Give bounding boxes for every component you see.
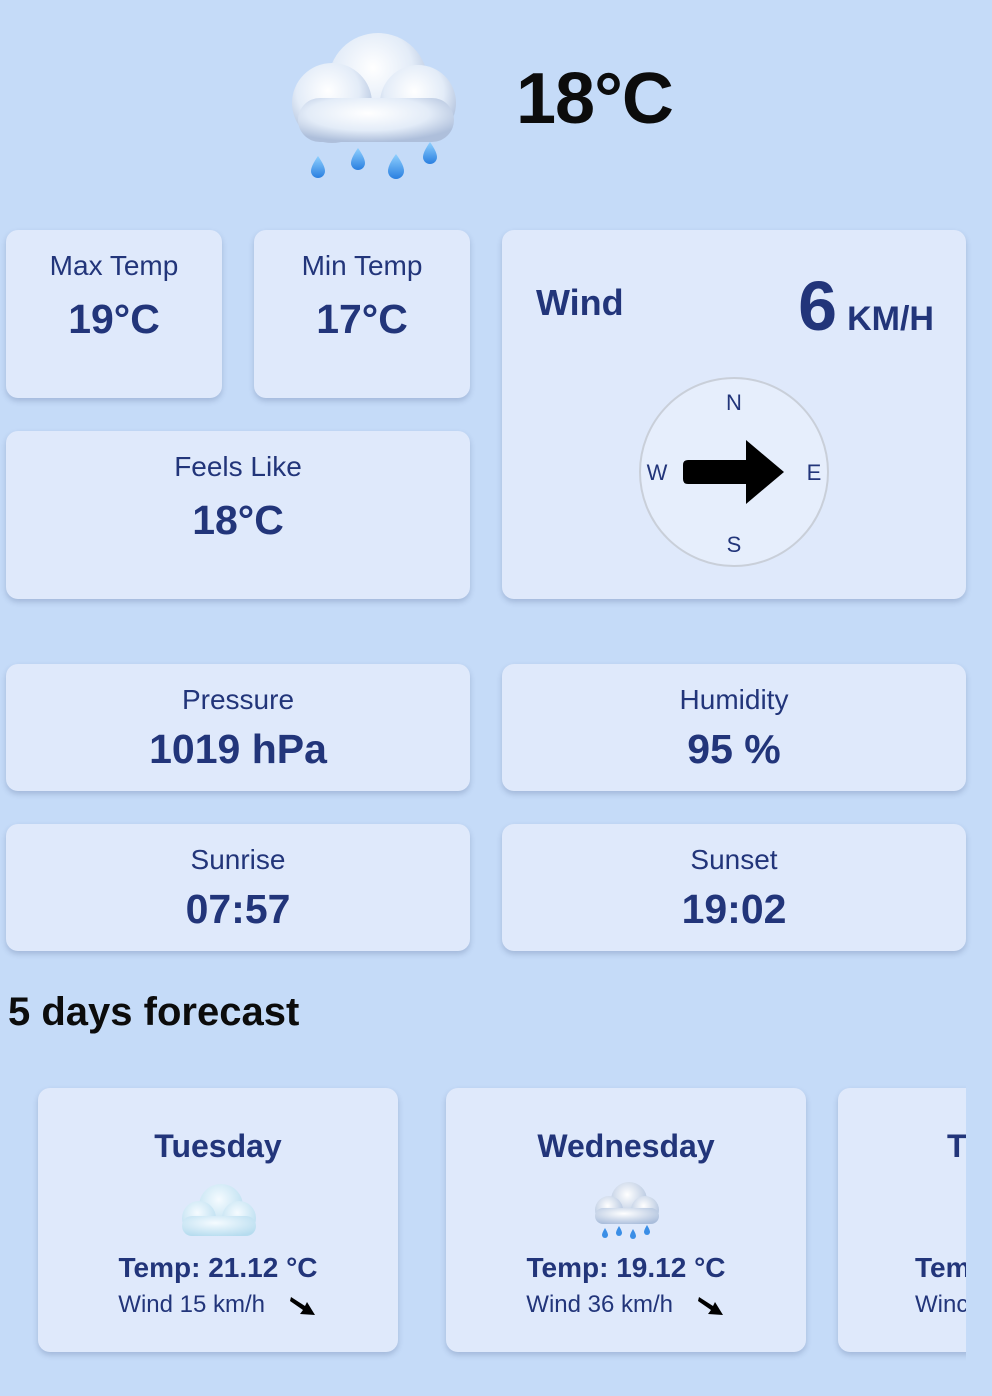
sunrise-label: Sunrise: [190, 844, 286, 875]
arrow-down-right-icon: [697, 1296, 723, 1315]
forecast-temp: Temp: 19.12 °C: [526, 1252, 726, 1283]
forecast-wind-text: Winc: [915, 1291, 966, 1318]
forecast-day: Wednesday: [537, 1128, 715, 1164]
forecast-card-wednesday[interactable]: Wednesday Temp: 19.12 °C Wind 36 km/h: [446, 1088, 806, 1352]
min-temp-label: Min Temp: [301, 250, 423, 281]
current-temperature: 18°C: [516, 59, 674, 139]
humidity-value: 95 %: [687, 726, 781, 772]
max-temp-label: Max Temp: [49, 250, 179, 281]
pressure-card: Pressure 1019 hPa: [6, 664, 470, 791]
wind-speed-value: 6: [798, 267, 838, 345]
min-temp-card: Min Temp 17°C: [254, 230, 470, 398]
humidity-label: Humidity: [679, 684, 789, 715]
forecast-card-thursday[interactable]: T Tem Winc: [838, 1088, 966, 1352]
feels-like-card: Feels Like 18°C: [6, 431, 470, 599]
max-temp-card: Max Temp 19°C: [6, 230, 222, 398]
forecast-temp: Temp: 21.12 °C: [118, 1252, 318, 1283]
forecast-card-tuesday[interactable]: Tuesday Temp: 21.12 °C Wind 15 km/h: [38, 1088, 398, 1352]
sunrise-value: 07:57: [185, 886, 291, 932]
min-temp-value: 17°C: [316, 296, 408, 342]
compass-south-label: S: [727, 532, 742, 557]
compass-north-label: N: [726, 390, 742, 415]
wind-compass: N E S W: [639, 377, 829, 567]
forecast-day: Tuesday: [154, 1128, 282, 1164]
wind-card: Wind 6 KM/H N E S W: [502, 230, 966, 599]
forecast-wind: Winc: [838, 1290, 966, 1320]
compass-east-label: E: [807, 460, 822, 485]
forecast-heading: 5 days forecast: [8, 990, 300, 1034]
forecast-wind: Wind 36 km/h: [446, 1290, 806, 1320]
sunset-card: Sunset 19:02: [502, 824, 966, 951]
pressure-value: 1019 hPa: [149, 726, 327, 772]
feels-like-value: 18°C: [192, 497, 284, 543]
wind-label: Wind: [536, 282, 624, 323]
forecast-wind-text: Wind 36 km/h: [526, 1291, 674, 1318]
forecast-wind: Wind 15 km/h: [38, 1290, 398, 1320]
compass-west-label: W: [647, 460, 668, 485]
arrow-down-right-icon: [289, 1296, 315, 1315]
sunrise-card: Sunrise 07:57: [6, 824, 470, 951]
forecast-wind-text: Wind 15 km/h: [118, 1291, 266, 1318]
wind-speed: 6 KM/H: [798, 266, 934, 346]
forecast-carousel[interactable]: Tuesday Temp: 21.12 °C Wind 15 km/h Wedn…: [0, 1080, 966, 1370]
forecast-temp: Tem: [915, 1252, 966, 1283]
humidity-card: Humidity 95 %: [502, 664, 966, 791]
cloud-icon: [182, 1184, 256, 1236]
feels-like-label: Feels Like: [174, 451, 302, 482]
max-temp-value: 19°C: [68, 296, 160, 342]
sunset-value: 19:02: [681, 886, 787, 932]
sunset-label: Sunset: [690, 844, 778, 875]
wind-speed-unit: KM/H: [847, 300, 934, 338]
pressure-label: Pressure: [181, 684, 295, 715]
forecast-day: T: [947, 1128, 966, 1164]
rain-cloud-icon: [595, 1182, 659, 1239]
rain-cloud-icon: [292, 33, 456, 179]
